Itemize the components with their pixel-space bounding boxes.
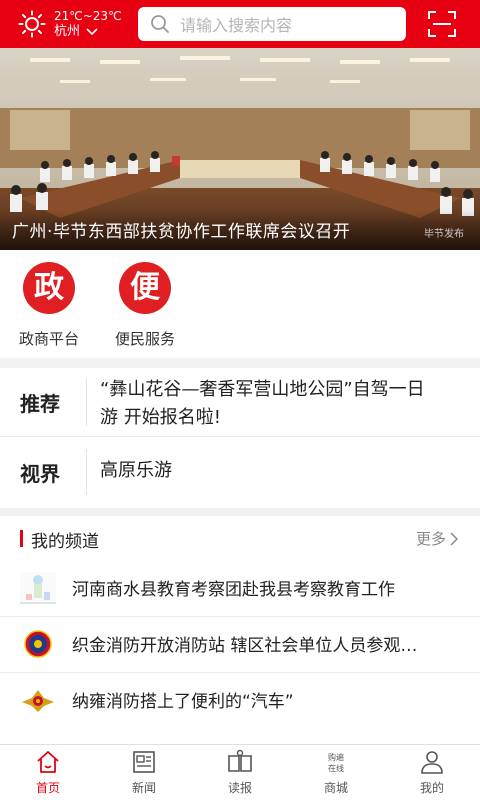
channel-item[interactable]: 河南商水县教育考察团赴我县考察教育工作 (0, 560, 480, 616)
city-name: 杭州 (54, 24, 81, 39)
channel-item[interactable]: 织金消防开放消防站 辖区社会单位人员参观… (0, 616, 480, 672)
shopping-icon-text: 在线 (328, 763, 344, 773)
chevron-right-icon (450, 531, 458, 546)
channel-title: 我的频道 (31, 532, 99, 552)
divider (86, 449, 87, 495)
service-gov-business[interactable]: 政 政商平台 (4, 262, 94, 349)
tab-label: 首页 (35, 781, 60, 795)
weather-temperature: 21℃~23℃ (54, 9, 122, 23)
my-channel: 我的频道 更多 河南商水县教育考察团赴我县考察教育工作 织金消防开放消防站 辖区… (0, 516, 480, 744)
city-selector[interactable]: 杭州 (54, 24, 122, 40)
gov-business-icon: 政 (23, 262, 75, 314)
tab-profile[interactable]: 我的 (384, 749, 480, 796)
vision-row[interactable]: 视界 高原乐游 (0, 437, 480, 508)
tab-read-paper[interactable]: 读报 (192, 749, 288, 796)
fire-emblem-icon (22, 690, 54, 712)
recommend-label: 推荐 (20, 391, 60, 416)
channel-item[interactable]: 纳雍消防搭上了便利的“汽车” (0, 672, 480, 728)
sun-icon (18, 10, 46, 38)
banner-title: 广州·毕节东西部扶贫协作工作联席会议召开 (12, 222, 351, 242)
shopping-icon-text: 购遍 (328, 752, 344, 762)
user-icon (421, 751, 443, 774)
service-convenience[interactable]: 便 便民服务 (100, 262, 190, 349)
channel-item-title: 河南商水县教育考察团赴我县考察教育工作 (72, 580, 395, 600)
search-placeholder: 请输入搜索内容 (180, 16, 293, 35)
service-label: 便民服务 (114, 330, 175, 348)
recommend-row[interactable]: 推荐 “彝山花谷—奢香军营山地公园”自驾一日 游 开始报名啦! (0, 368, 480, 436)
tab-label: 读报 (227, 781, 252, 795)
divider (0, 616, 480, 617)
channel-item-title: 织金消防开放消防站 辖区社会单位人员参观… (72, 636, 418, 656)
tab-label: 商城 (323, 781, 348, 795)
service-label: 政商平台 (18, 330, 79, 348)
book-icon (228, 749, 252, 772)
quick-services: 政 政商平台 便 便民服务 (0, 250, 480, 358)
tab-home[interactable]: 首页 (0, 749, 96, 796)
channel-item-title: 纳雍消防搭上了便利的“汽车” (72, 692, 294, 712)
app-root: 21℃~23℃ 杭州 请输入搜索内容 广州·毕节东西部扶贫协作工作联席会议召开 … (0, 0, 480, 800)
divider (86, 378, 87, 426)
search-input[interactable]: 请输入搜索内容 (138, 7, 406, 41)
tab-label: 我的 (419, 781, 444, 795)
more-link[interactable]: 更多 (416, 528, 458, 549)
vision-headline: 高原乐游 (100, 460, 172, 481)
scan-icon[interactable] (428, 11, 456, 37)
weather-widget[interactable]: 21℃~23℃ 杭州 (18, 8, 122, 40)
top-header: 21℃~23℃ 杭州 请输入搜索内容 (0, 0, 480, 48)
banner-watermark: 毕节发布 (424, 229, 464, 240)
news-banner[interactable]: 广州·毕节东西部扶贫协作工作联席会议召开 毕节发布 (0, 48, 480, 250)
tab-mall[interactable]: 购遍 在线 商城 (288, 749, 384, 796)
bottom-navigation: 首页 新闻 读报 购遍 在线 商城 我的 (0, 744, 480, 800)
home-icon (37, 751, 59, 773)
search-icon (151, 15, 169, 33)
recommend-headline: “彝山花谷—奢香军营山地公园”自驾一日 游 开始报名啦! (100, 376, 425, 432)
chevron-down-icon (86, 28, 98, 36)
divider (0, 672, 480, 673)
tab-news[interactable]: 新闻 (96, 749, 192, 796)
section-accent-bar (20, 530, 23, 547)
recommend-headline-line2: 游 开始报名啦! (100, 407, 221, 428)
channel-header: 我的频道 更多 (0, 516, 480, 560)
vision-label: 视界 (20, 462, 60, 486)
shopping-online-icon: 购遍 在线 (328, 752, 344, 773)
more-label: 更多 (415, 530, 446, 548)
fire-badge-icon (24, 630, 52, 658)
recommend-headline-line1: “彝山花谷—奢香军营山地公园”自驾一日 (100, 379, 425, 400)
recommend-panel: 推荐 “彝山花谷—奢香军营山地公园”自驾一日 游 开始报名啦! 视界 高原乐游 (0, 368, 480, 508)
tab-label: 新闻 (131, 781, 156, 795)
education-thumbnail-icon (20, 572, 56, 604)
weather-text: 21℃~23℃ 杭州 (54, 8, 122, 40)
convenience-icon: 便 (119, 262, 171, 314)
newspaper-icon (133, 751, 155, 773)
